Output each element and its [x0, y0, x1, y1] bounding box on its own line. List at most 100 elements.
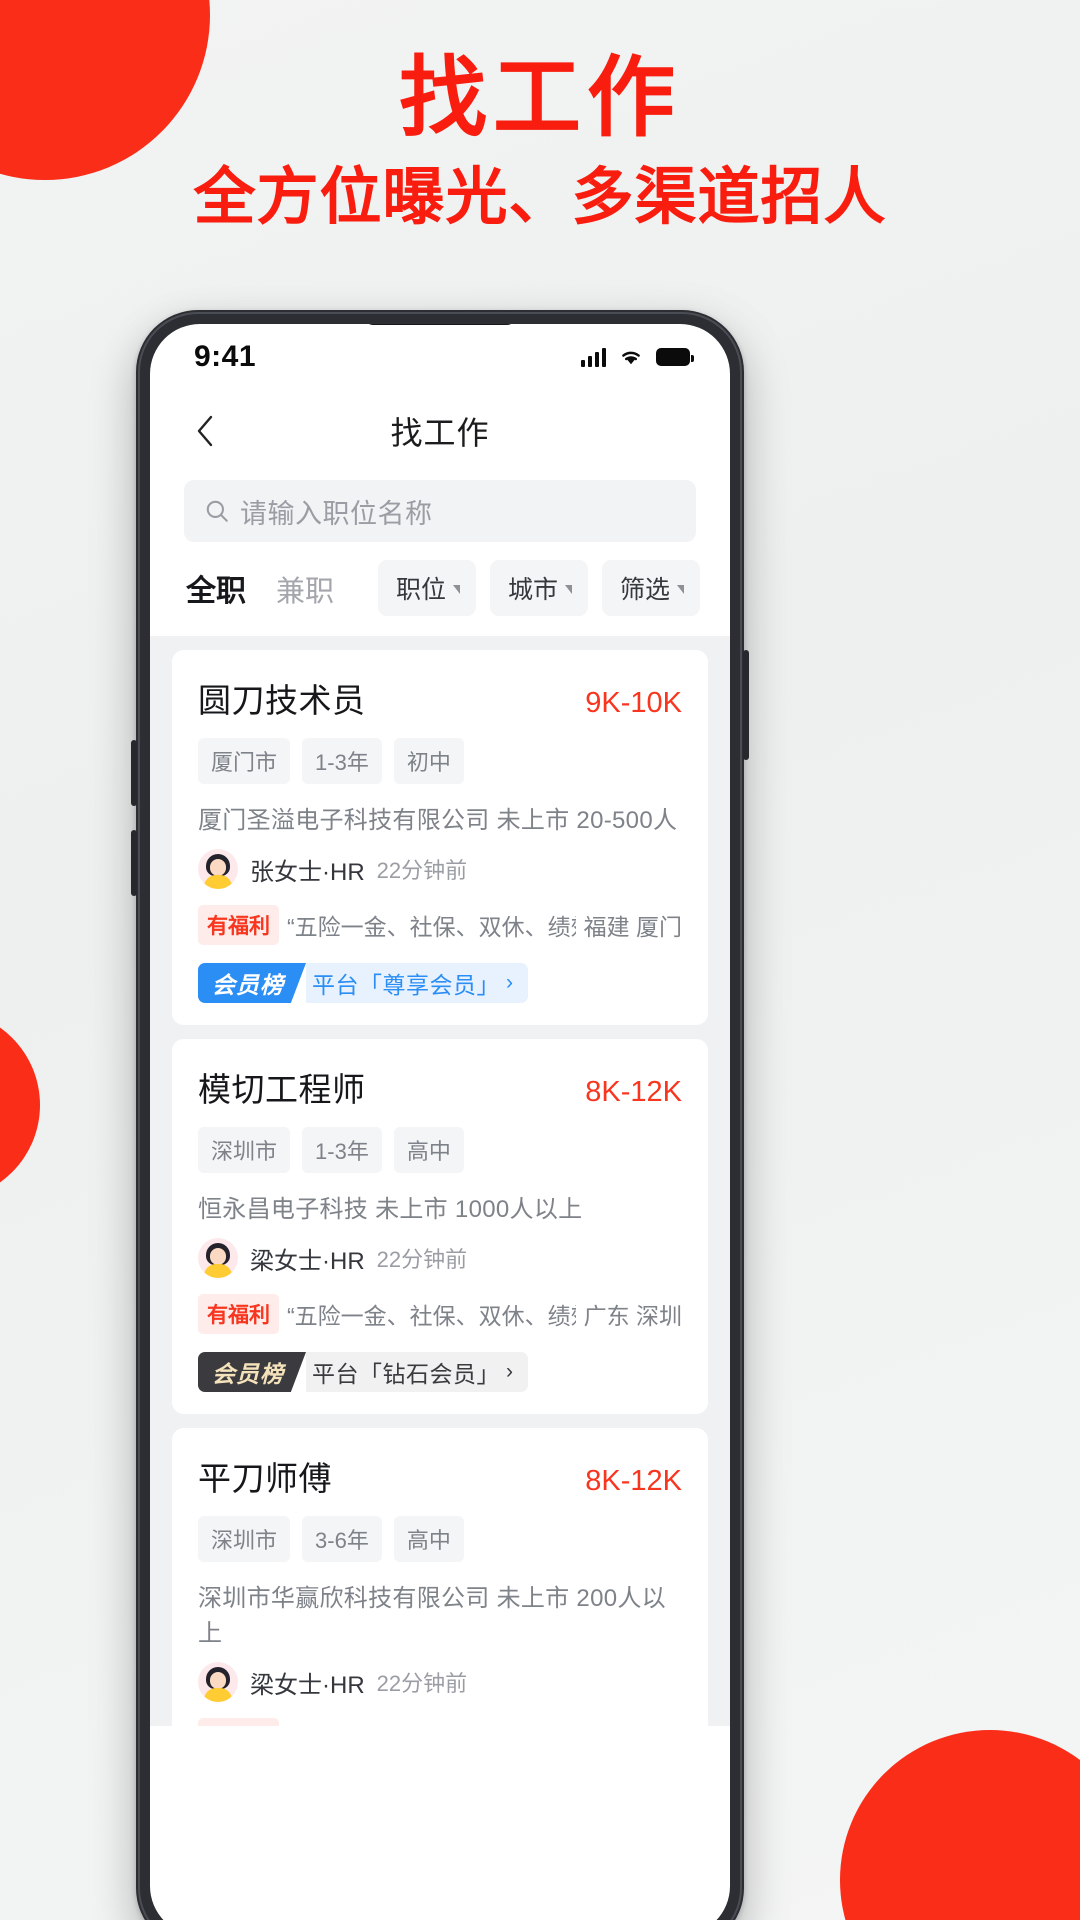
signal-bars-icon	[581, 347, 606, 367]
status-time: 9:41	[194, 340, 257, 373]
recruiter-row[interactable]: 梁女士·HR 22分钟前	[198, 1662, 682, 1702]
recruiter-time: 22分钟前	[376, 1247, 468, 1272]
chevron-down-icon	[452, 585, 460, 594]
job-location: 广东 深圳	[583, 1303, 682, 1329]
recruiter-row[interactable]: 梁女士·HR 22分钟前	[198, 1238, 682, 1278]
chevron-down-icon	[677, 585, 684, 594]
filter-chip-city[interactable]: 城市	[489, 560, 588, 616]
phone-screen: 9:41 找工作 请输入职位名称 全职 兼职 职位 城市 筛选 圆刀技术员 9K…	[150, 324, 730, 1920]
tab-parttime[interactable]: 兼职	[276, 568, 334, 610]
job-tag-row: 深圳市 3-6年 高中	[198, 1516, 682, 1562]
recruiter-name: 梁女士·HR	[250, 1671, 365, 1699]
job-salary: 8K-12K	[585, 1465, 682, 1497]
phone-volume-down-button	[131, 830, 137, 896]
job-type-tabs: 全职 兼职	[186, 566, 334, 610]
filter-chip-city-label: 城市	[507, 576, 558, 604]
recruiter-time: 22分钟前	[376, 1671, 468, 1696]
job-tag: 高中	[393, 1127, 464, 1173]
recruiter-name: 梁女士·HR	[250, 1247, 365, 1275]
benefit-badge: 有福利	[198, 1294, 279, 1334]
app-navbar: 找工作	[150, 390, 730, 472]
job-tag: 3-6年	[302, 1516, 382, 1562]
job-salary: 9K-10K	[585, 687, 682, 719]
tab-fulltime[interactable]: 全职	[186, 566, 246, 610]
job-card-header: 圆刀技术员 9K-10K	[198, 674, 682, 722]
filter-chip-more[interactable]: 筛选	[601, 560, 700, 616]
job-location: 福建 厦门	[583, 914, 682, 940]
company-line: 厦门圣溢电子科技有限公司 未上市 20-500人	[198, 807, 678, 834]
membership-badge[interactable]: 会员榜 平台「尊享会员」 ›	[198, 963, 528, 1003]
job-tag: 深圳市	[198, 1516, 291, 1562]
battery-icon	[656, 348, 694, 366]
filter-chip-more-label: 筛选	[619, 576, 670, 604]
benefit-row: 有福利 “五险一金、社保、双休、绩效奖、包吃包住” 广东 深圳	[198, 1294, 682, 1334]
job-tag: 厦门市	[198, 738, 291, 784]
avatar	[198, 849, 238, 889]
phone-power-button	[743, 650, 749, 760]
company-line: 深圳市华赢欣科技有限公司 未上市 200人以上	[198, 1585, 666, 1647]
membership-badge[interactable]: 会员榜 平台「钻石会员」 ›	[198, 1352, 528, 1392]
phone-mockup: 9:41 找工作 请输入职位名称 全职 兼职 职位 城市 筛选 圆刀技术员 9K…	[131, 310, 749, 1920]
job-card-header: 平刀师傅 8K-12K	[198, 1452, 682, 1500]
job-tag: 高中	[393, 1516, 464, 1562]
membership-badge-rank: 会员榜	[198, 1352, 306, 1392]
filter-chips: 职位 城市 筛选	[377, 560, 700, 616]
earpiece-speaker	[365, 324, 515, 325]
chevron-left-icon	[197, 415, 213, 447]
filter-chip-position-label: 职位	[395, 576, 446, 604]
promo-subheadline: 全方位曝光、多渠道招人	[193, 163, 887, 233]
job-title: 圆刀技术员	[198, 682, 366, 719]
benefit-text: “五险一金、社保、双休、绩效奖、包吃包住”	[287, 914, 576, 940]
chevron-right-icon: ›	[506, 971, 514, 994]
job-salary: 8K-12K	[585, 1076, 682, 1108]
benefit-row: 有福利 “五险一金、社保、双休、绩效奖、包吃包住” 福建 厦门	[198, 905, 682, 945]
search-section: 请输入职位名称	[150, 472, 730, 542]
company-line: 恒永昌电子科技 未上市 1000人以上	[198, 1196, 583, 1223]
avatar	[198, 1238, 238, 1278]
chevron-down-icon	[564, 585, 572, 594]
job-title: 模切工程师	[198, 1071, 366, 1108]
job-location: 广东 深圳	[584, 1721, 682, 1726]
recruiter-name: 张女士·HR	[250, 858, 365, 886]
recruiter-time: 22分钟前	[376, 858, 468, 883]
job-tag: 深圳市	[198, 1127, 291, 1173]
status-indicators	[581, 347, 694, 367]
wifi-icon	[622, 351, 640, 365]
decorative-blob-middle-left	[0, 1010, 40, 1200]
job-tag-row: 厦门市 1-3年 初中	[198, 738, 682, 784]
search-placeholder: 请输入职位名称	[240, 498, 433, 529]
job-card[interactable]: 模切工程师 8K-12K 深圳市 1-3年 高中恒永昌电子科技 未上市 1000人以上梁…	[172, 1039, 708, 1414]
search-input[interactable]: 请输入职位名称	[184, 480, 696, 542]
avatar	[198, 1662, 238, 1702]
benefit-badge: 有福利	[198, 1718, 279, 1726]
benefit-badge: 有福利	[198, 905, 279, 945]
filter-chip-position[interactable]: 职位	[377, 560, 476, 616]
job-card-header: 模切工程师 8K-12K	[198, 1063, 682, 1111]
status-bar: 9:41	[150, 324, 730, 390]
membership-badge-level: 平台「尊享会员」 ›	[306, 963, 528, 1003]
job-tag: 初中	[393, 738, 464, 784]
job-tag: 1-3年	[302, 1127, 382, 1173]
job-title: 平刀师傅	[198, 1460, 332, 1497]
membership-badge-level-label: 平台「钻石会员」	[312, 1361, 500, 1387]
search-icon	[206, 500, 228, 522]
job-tag: 1-3年	[302, 738, 382, 784]
membership-badge-level-label: 平台「尊享会员」	[312, 972, 500, 998]
decorative-blob-bottom-right	[840, 1730, 1080, 1920]
membership-badge-level: 平台「钻石会员」 ›	[306, 1352, 528, 1392]
phone-volume-up-button	[131, 740, 137, 806]
job-tag-row: 深圳市 1-3年 高中	[198, 1127, 682, 1173]
benefit-row: 有福利 “五险一金、社保、双休、绩效奖、包吃包住” 广东 深圳	[198, 1718, 682, 1726]
page-title: 找工作	[390, 415, 490, 451]
back-button[interactable]	[188, 414, 222, 448]
promo-headline: 找工作	[398, 48, 681, 147]
filter-bar: 全职 兼职 职位 城市 筛选	[150, 542, 730, 636]
job-card[interactable]: 圆刀技术员 9K-10K 厦门市 1-3年 初中厦门圣溢电子科技有限公司 未上市 20-…	[172, 650, 708, 1025]
benefit-text: “五险一金、社保、双休、绩效奖、包吃包住”	[287, 1303, 576, 1329]
chevron-right-icon: ›	[506, 1360, 514, 1383]
promo-headline-block: 找工作 全方位曝光、多渠道招人	[0, 48, 1080, 233]
job-list[interactable]: 圆刀技术员 9K-10K 厦门市 1-3年 初中 厦门圣溢电子科技有限公司 未上市 20-…	[150, 636, 730, 1726]
recruiter-row[interactable]: 张女士·HR 22分钟前	[198, 849, 682, 889]
membership-badge-rank: 会员榜	[198, 963, 306, 1003]
job-card[interactable]: 平刀师傅 8K-12K 深圳市 3-6年 高中深圳市华赢欣科技有限公司 未上市 200人…	[172, 1428, 708, 1726]
